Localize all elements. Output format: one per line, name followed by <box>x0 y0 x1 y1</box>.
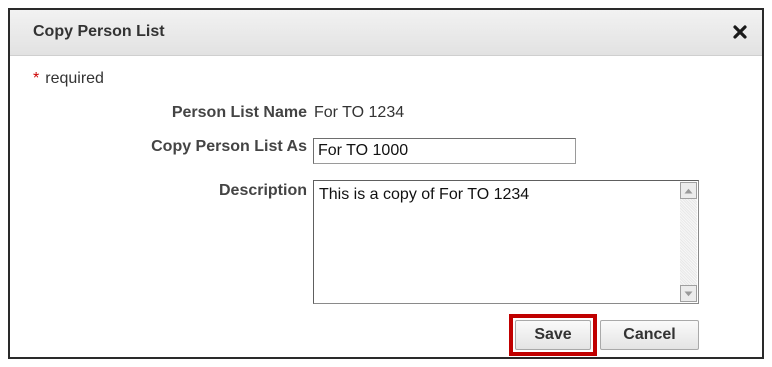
close-button[interactable] <box>730 22 750 42</box>
description-textarea[interactable]: This is a copy of For TO 1234 <box>313 180 699 304</box>
required-asterisk: * <box>33 70 40 87</box>
scroll-up-button[interactable] <box>680 182 697 199</box>
triangle-down-icon <box>684 291 693 296</box>
close-x-icon <box>733 25 747 39</box>
triangle-up-icon <box>684 188 693 193</box>
required-note: * required <box>33 70 104 88</box>
dialog-title: Copy Person List <box>33 23 165 40</box>
cancel-button[interactable]: Cancel <box>600 320 699 350</box>
copy-as-label: Copy Person List As <box>151 138 307 155</box>
description-label: Description <box>218 182 307 199</box>
copy-person-list-dialog: Copy Person List * required Person List N… <box>8 8 764 359</box>
copy-as-input[interactable] <box>313 138 576 164</box>
description-text: This is a copy of For TO 1234 <box>319 186 530 203</box>
scroll-down-button[interactable] <box>680 285 697 302</box>
person-list-name-label: Person List Name <box>171 104 307 121</box>
required-note-text: required <box>45 70 104 87</box>
person-list-name-value: For TO 1234 <box>314 104 405 121</box>
save-button[interactable]: Save <box>515 320 591 350</box>
dialog-titlebar: Copy Person List <box>10 10 762 56</box>
description-scrollbar[interactable] <box>680 182 697 302</box>
